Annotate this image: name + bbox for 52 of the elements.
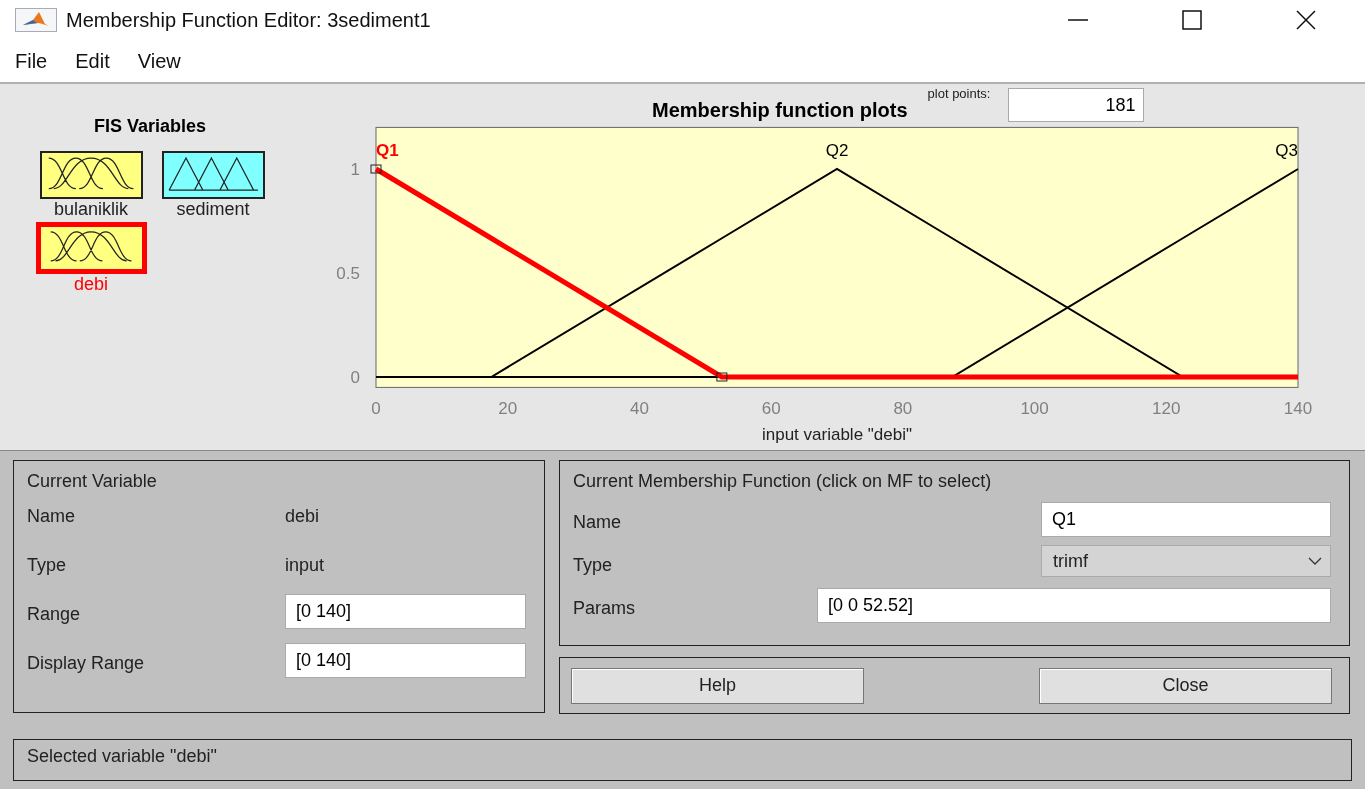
variable-name: bulaniklik	[53, 199, 128, 220]
variable-name: debi	[74, 274, 108, 295]
status-text: Selected variable "debi"	[27, 746, 217, 766]
variable-icon[interactable]	[35, 222, 147, 274]
x-tick-label: 80	[893, 399, 913, 418]
x-tick-label: 40	[629, 399, 649, 418]
menu-item[interactable]: View	[137, 49, 181, 73]
maximize-icon[interactable]	[1181, 9, 1203, 31]
variable-icon[interactable]	[161, 151, 265, 199]
panel-title: Current Variable	[27, 471, 158, 492]
mf-name-field[interactable]: Q1	[1041, 502, 1331, 537]
variable-value: input	[285, 555, 325, 576]
field-label: Name	[573, 512, 621, 534]
params-field[interactable]: [0 0 52.52]	[817, 588, 1331, 623]
x-tick-label: 60	[761, 399, 781, 418]
field-label: Name	[27, 506, 76, 527]
x-axis-label: input variable "debi"	[761, 425, 913, 444]
y-tick-label: 0	[350, 368, 360, 387]
variable-value: debi	[285, 506, 320, 527]
y-tick-label: 1	[350, 160, 360, 179]
x-tick-label: 100	[1020, 399, 1049, 418]
x-tick-label: 120	[1152, 399, 1181, 418]
dialog-button[interactable]: Close	[1039, 667, 1332, 704]
field-label: Type	[27, 555, 68, 576]
menu-item[interactable]: Edit	[75, 49, 110, 73]
mf-label: Q2	[825, 141, 849, 160]
mf-type-dropdown[interactable]: trimf	[1041, 545, 1331, 577]
menu-item[interactable]: File	[15, 49, 48, 73]
window-title: Membership Function Editor: 3sediment1	[66, 8, 431, 32]
plot-points-label: plot points:	[927, 88, 991, 100]
variable-icon[interactable]	[39, 151, 143, 199]
field-label: Params	[573, 598, 635, 620]
panel-title: Current Membership Function (click on MF to select)	[573, 471, 993, 492]
variable-name: sediment	[176, 199, 250, 220]
plot-title: Membership function plots	[652, 99, 908, 122]
range-field[interactable]: [0 140]	[285, 594, 526, 629]
fis-variables-title: FIS Variables	[92, 116, 208, 137]
chevron-down-icon	[1308, 557, 1322, 565]
matlab-logo-icon	[15, 8, 57, 32]
close-icon[interactable]	[1295, 9, 1317, 31]
dialog-button[interactable]: Help	[571, 667, 864, 704]
field-label: Range	[27, 604, 82, 625]
x-tick-label: 0	[371, 399, 381, 418]
x-tick-label: 140	[1283, 399, 1313, 418]
mf-label: Q3	[1275, 141, 1298, 160]
range-field[interactable]: [0 140]	[285, 643, 526, 678]
x-tick-label: 20	[498, 399, 518, 418]
mf-label: Q1	[376, 141, 399, 160]
y-tick-label: 0.5	[336, 264, 360, 283]
field-label: Display Range	[27, 653, 146, 674]
field-label: Type	[573, 555, 613, 577]
plot-points-field[interactable]: 181	[1008, 88, 1145, 122]
